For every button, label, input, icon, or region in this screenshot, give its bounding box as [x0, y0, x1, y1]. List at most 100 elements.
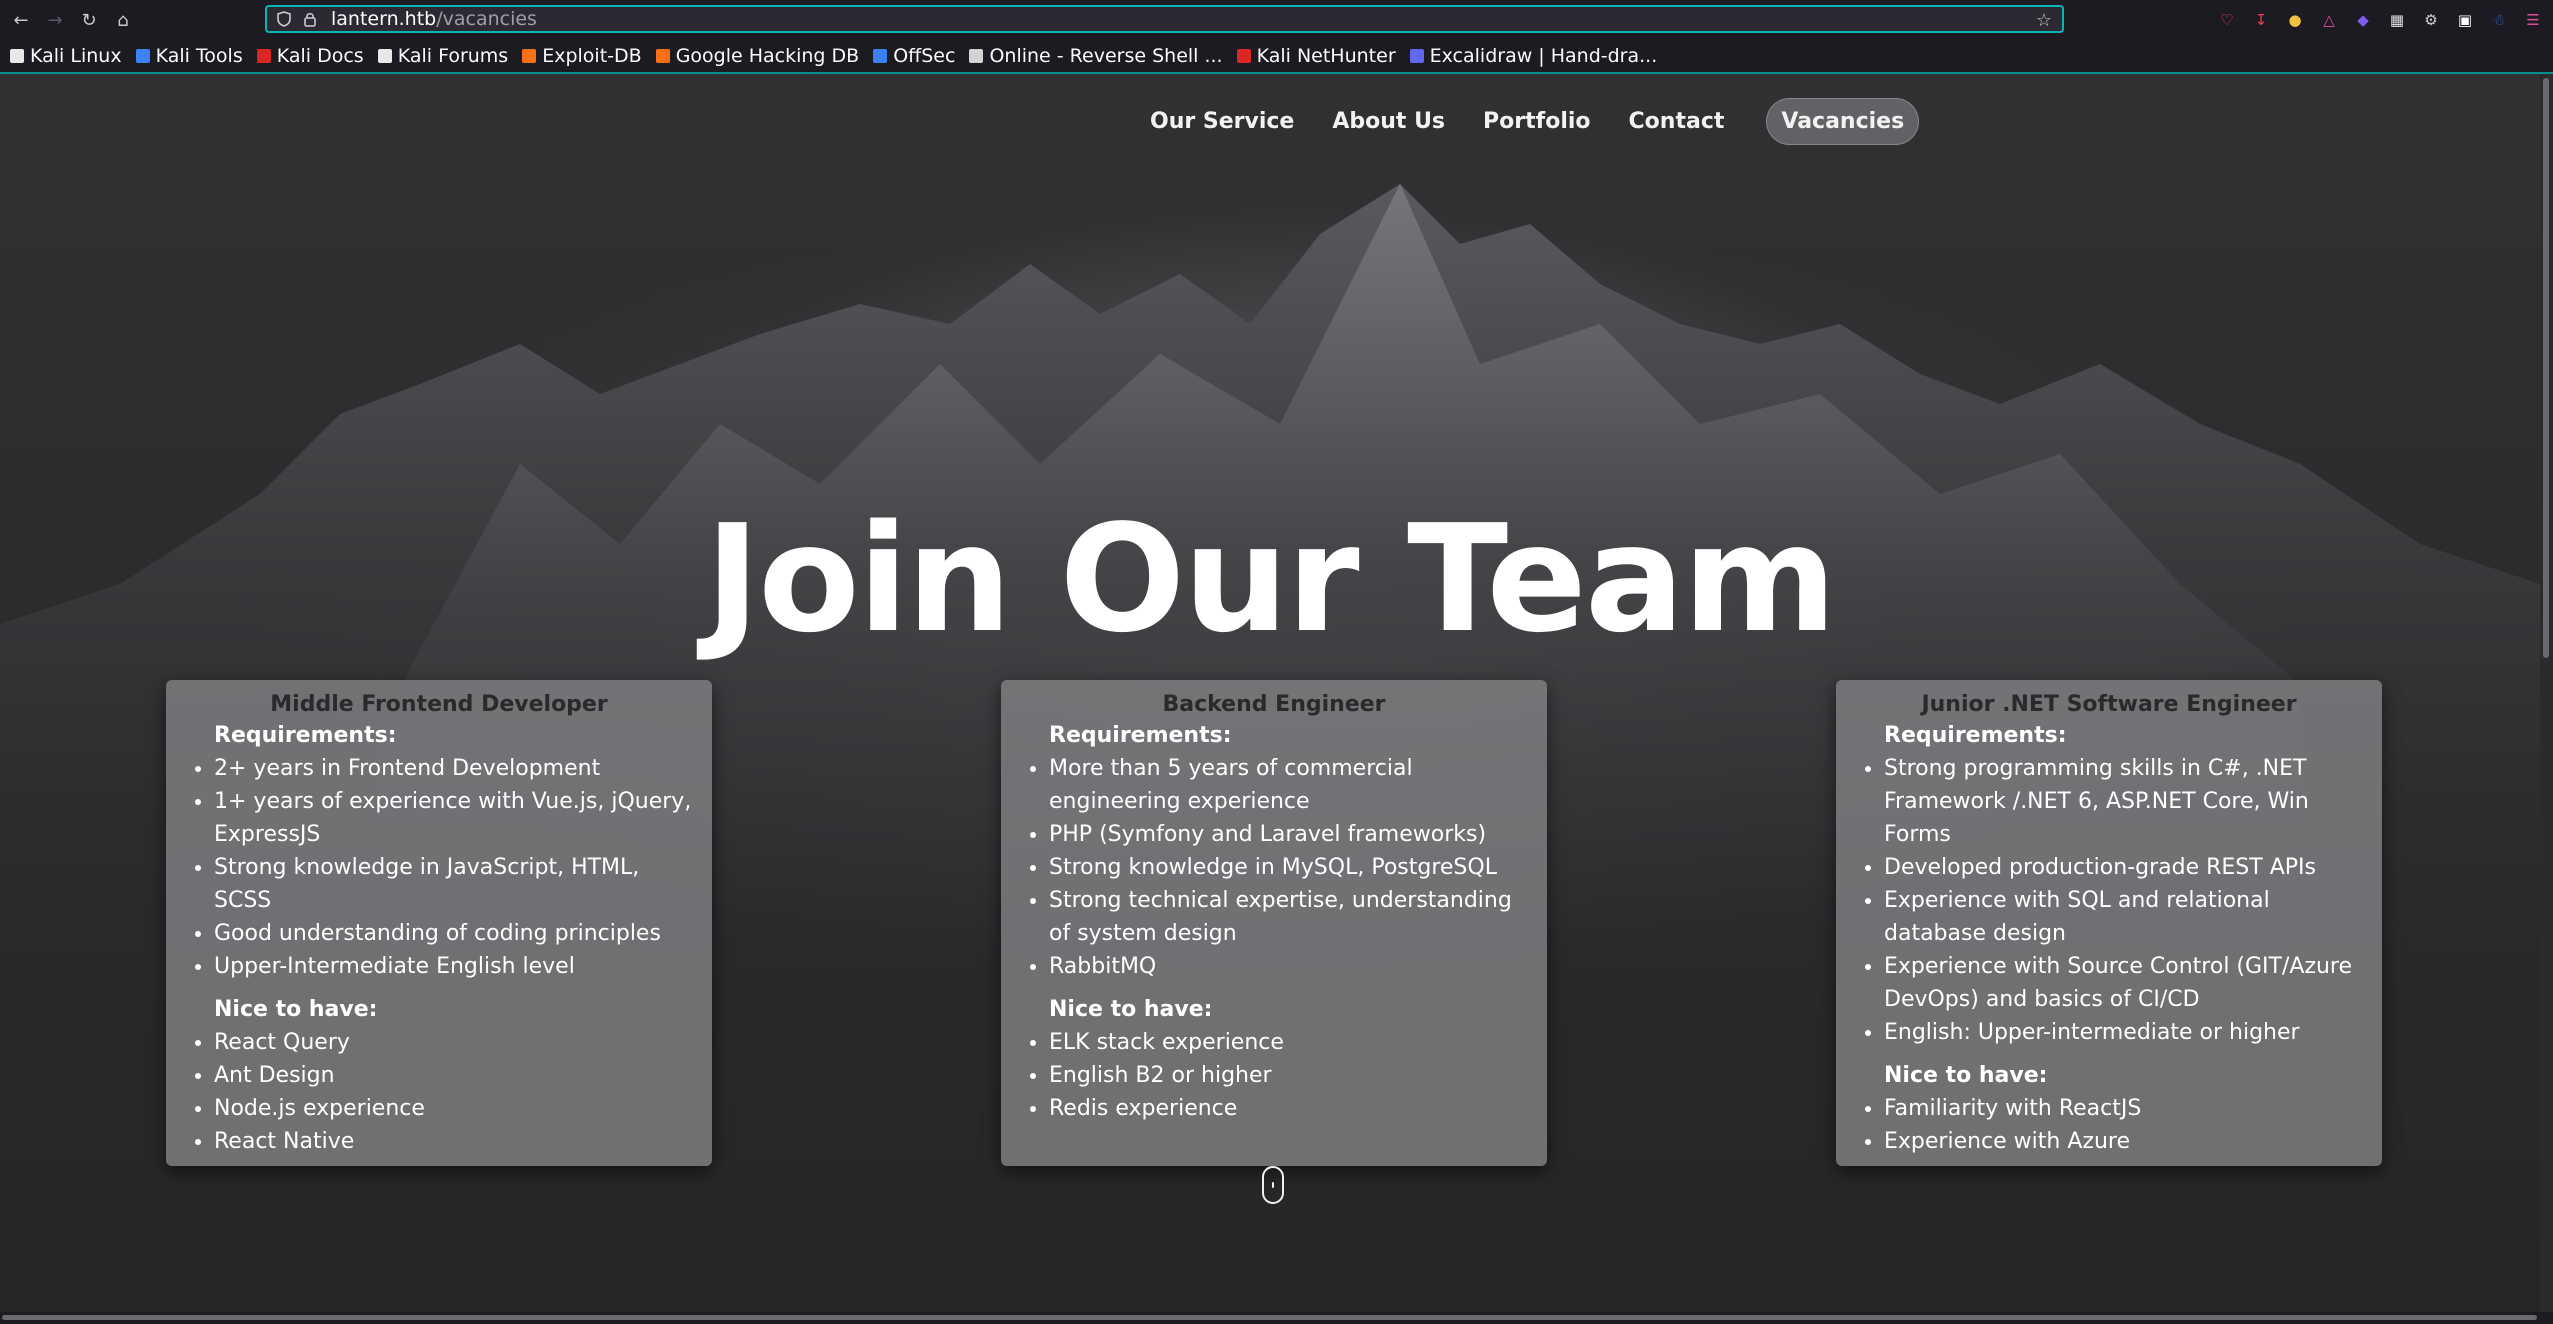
bookmark-favicon-icon: [1409, 49, 1424, 63]
extension-icon[interactable]: ☃: [2489, 10, 2509, 30]
requirements-heading: Requirements:: [1049, 723, 1232, 748]
bookmark-label: Exploit-DB: [542, 45, 642, 67]
bookmark-item[interactable]: Excalidraw | Hand-dra...: [1409, 45, 1658, 67]
home-icon[interactable]: ⌂: [110, 7, 136, 33]
bookmark-item[interactable]: Kali Linux: [10, 45, 122, 67]
bookmark-favicon-icon: [522, 49, 537, 63]
list-item: Ant Design: [214, 1059, 698, 1092]
extension-icon[interactable]: ◆: [2353, 10, 2373, 30]
nav-contact[interactable]: Contact: [1629, 109, 1725, 134]
bookmark-label: Kali Docs: [276, 45, 364, 67]
menu-icon[interactable]: ☰: [2523, 10, 2543, 30]
bookmark-label: Kali NetHunter: [1256, 45, 1396, 67]
nav-our-service[interactable]: Our Service: [1150, 109, 1294, 134]
bookmark-star-icon[interactable]: ☆: [2036, 10, 2052, 31]
list-item: More than 5 years of commercial engineer…: [1049, 752, 1533, 818]
list-item: Strong technical expertise, understandin…: [1049, 884, 1533, 950]
bookmark-label: OffSec: [893, 45, 956, 67]
address-bar[interactable]: lantern.htb/vacancies ☆: [265, 5, 2064, 33]
nice-to-have-heading: Nice to have:: [1049, 997, 1213, 1022]
downloads-icon[interactable]: ↧: [2251, 10, 2271, 30]
nice-to-have-heading: Nice to have:: [214, 997, 378, 1022]
bookmark-favicon-icon: [377, 49, 392, 63]
list-item: 1+ years of experience with Vue.js, jQue…: [214, 785, 698, 851]
list-item: Node.js experience: [214, 1092, 698, 1125]
nav-vacancies[interactable]: Vacancies: [1766, 98, 1920, 145]
bookmark-item[interactable]: Exploit-DB: [522, 45, 642, 67]
requirements-heading: Requirements:: [1884, 723, 2067, 748]
scrollbar-thumb[interactable]: [2543, 78, 2549, 658]
list-item: Strong programming skills in C#, .NET Fr…: [1884, 752, 2368, 851]
forward-arrow-icon[interactable]: →: [42, 7, 68, 33]
bookmark-label: Excalidraw | Hand-dra...: [1429, 45, 1658, 67]
list-item: React Query: [214, 1026, 698, 1059]
nav-about-us[interactable]: About Us: [1332, 109, 1445, 134]
requirements-list: Strong programming skills in C#, .NET Fr…: [1850, 752, 2368, 1049]
bookmark-label: Kali Tools: [155, 45, 243, 67]
bookmark-item[interactable]: Kali Docs: [256, 45, 364, 67]
list-item: English: Upper-intermediate or higher: [1884, 1016, 2368, 1049]
list-item: React Native: [214, 1125, 698, 1158]
bookmark-favicon-icon: [1236, 49, 1251, 63]
nice-to-have-list: React Query Ant Design Node.js experienc…: [180, 1026, 698, 1158]
nice-to-have-heading: Nice to have:: [1884, 1063, 2048, 1088]
back-arrow-icon[interactable]: ←: [8, 7, 34, 33]
bookmark-item[interactable]: Kali NetHunter: [1236, 45, 1396, 67]
list-item: ELK stack experience: [1049, 1026, 1533, 1059]
scrollbar-thumb[interactable]: [2, 1315, 2537, 1320]
list-item: Familiarity with ReactJS: [1884, 1092, 2368, 1125]
bookmark-label: Kali Linux: [30, 45, 122, 67]
list-item: English B2 or higher: [1049, 1059, 1533, 1092]
nice-to-have-list: Familiarity with ReactJS Experience with…: [1850, 1092, 2368, 1158]
requirements-list: More than 5 years of commercial engineer…: [1015, 752, 1533, 983]
scroll-down-mouse-icon[interactable]: [1262, 1166, 1284, 1204]
vacancy-title: Junior .NET Software Engineer: [1921, 692, 2297, 717]
list-item: Experience with Source Control (GIT/Azur…: [1884, 950, 2368, 1016]
reload-icon[interactable]: ↻: [76, 7, 102, 33]
list-item: Good understanding of coding principles: [214, 917, 698, 950]
bookmark-item[interactable]: Online - Reverse Shell ...: [969, 45, 1223, 67]
list-item: Redis experience: [1049, 1092, 1533, 1125]
horizontal-scrollbar[interactable]: [0, 1312, 2553, 1324]
bookmark-item[interactable]: Kali Tools: [135, 45, 243, 67]
vacancy-card-dotnet: Junior .NET Software Engineer Requiremen…: [1836, 680, 2382, 1166]
bookmark-label: Kali Forums: [397, 45, 509, 67]
extension-icons: ♡ ↧ ● △ ◆ ▦ ⚙ ▣ ☃ ☰: [2217, 6, 2543, 34]
extension-icon[interactable]: ▦: [2387, 10, 2407, 30]
bookmark-item[interactable]: OffSec: [873, 45, 955, 67]
list-item: Experience with Azure: [1884, 1125, 2368, 1158]
url-path: /vacancies: [436, 8, 537, 30]
list-item: Experience with SQL and relational datab…: [1884, 884, 2368, 950]
bookmark-favicon-icon: [969, 49, 984, 63]
bookmark-label: Online - Reverse Shell ...: [989, 45, 1223, 67]
vacancy-title: Middle Frontend Developer: [270, 692, 608, 717]
bookmarks-bar: Kali Linux Kali Tools Kali Docs Kali Forums…: [0, 40, 2553, 74]
extension-icon[interactable]: ⚙: [2421, 10, 2441, 30]
vacancy-card-frontend: Middle Frontend Developer Requirements: …: [166, 680, 712, 1166]
extension-icon[interactable]: △: [2319, 10, 2339, 30]
vacancy-card-backend: Backend Engineer Requirements: More than…: [1001, 680, 1547, 1166]
list-item: Upper-Intermediate English level: [214, 950, 698, 983]
bookmark-favicon-icon: [10, 49, 24, 63]
nice-to-have-list: ELK stack experience English B2 or highe…: [1015, 1026, 1533, 1125]
list-item: PHP (Symfony and Laravel frameworks): [1049, 818, 1533, 851]
list-item: Developed production-grade REST APIs: [1884, 851, 2368, 884]
shield-icon[interactable]: [277, 11, 291, 27]
pocket-icon[interactable]: ♡: [2217, 10, 2237, 30]
scroll-indicator-dot: [1272, 1182, 1274, 1188]
vertical-scrollbar[interactable]: [2540, 74, 2553, 1312]
browser-toolbar: ← → ↻ ⌂ lantern.htb/vacancies ☆ ♡ ↧ ● △ …: [0, 0, 2553, 40]
bookmark-item[interactable]: Google Hacking DB: [655, 45, 860, 67]
extension-icon[interactable]: ▣: [2455, 10, 2475, 30]
lock-icon[interactable]: [303, 11, 317, 27]
list-item: RabbitMQ: [1049, 950, 1533, 983]
requirements-list: 2+ years in Frontend Development 1+ year…: [180, 752, 698, 983]
bookmark-item[interactable]: Kali Forums: [377, 45, 509, 67]
bookmark-label: Google Hacking DB: [675, 45, 860, 67]
nav-portfolio[interactable]: Portfolio: [1483, 109, 1591, 134]
list-item: Strong knowledge in JavaScript, HTML, SC…: [214, 851, 698, 917]
page-content: Our Service About Us Portfolio Contact V…: [0, 74, 2540, 1312]
list-item: Strong knowledge in MySQL, PostgreSQL: [1049, 851, 1533, 884]
extension-badge-icon[interactable]: ●: [2285, 10, 2305, 30]
requirements-heading: Requirements:: [214, 723, 397, 748]
